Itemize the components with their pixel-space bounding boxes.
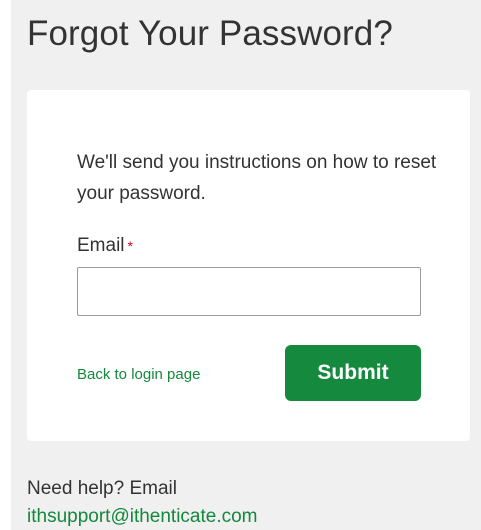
submit-button[interactable]: Submit [285,345,421,401]
email-field[interactable] [77,267,421,316]
support-email-link[interactable]: ithsupport@ithenticate.com [27,506,258,528]
email-label: Email * [77,235,133,257]
help-text: Need help? Email [27,478,177,499]
left-edge-strip [0,0,11,530]
instructions-text: We'll send you instructions on how to re… [77,152,437,204]
page-title: Forgot Your Password? [27,14,393,53]
forgot-password-page: Forgot Your Password? We'll send you ins… [0,0,481,530]
required-marker: * [127,238,133,254]
back-to-login-link[interactable]: Back to login page [77,366,200,383]
email-label-text: Email [77,235,125,256]
reset-password-card: We'll send you instructions on how to re… [27,90,470,441]
